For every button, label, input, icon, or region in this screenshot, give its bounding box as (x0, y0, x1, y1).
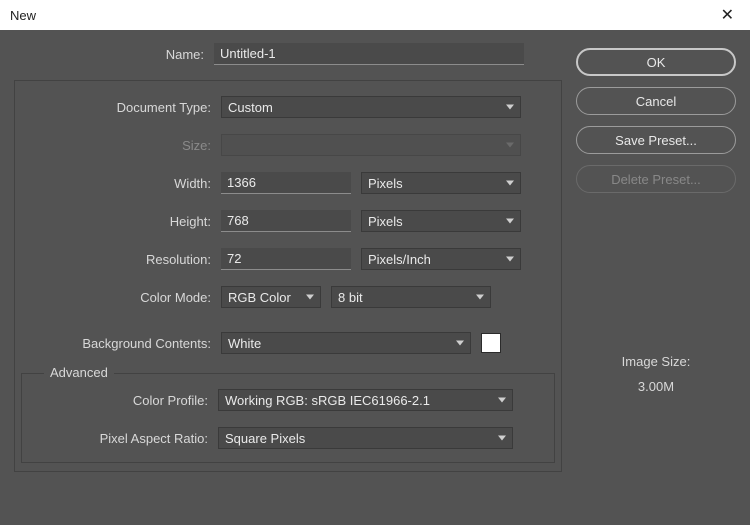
label-doc-type: Document Type: (21, 100, 221, 115)
select-width-units-value: Pixels (368, 176, 403, 191)
label-width: Width: (21, 176, 221, 191)
input-resolution[interactable] (221, 248, 351, 270)
select-resolution-units[interactable]: Pixels/Inch (361, 248, 521, 270)
select-color-mode-value: RGB Color (228, 290, 291, 305)
select-size (221, 134, 521, 156)
label-color-mode: Color Mode: (21, 290, 221, 305)
row-color-mode: Color Mode: RGB Color 8 bit (21, 285, 555, 309)
row-background: Background Contents: White (21, 331, 555, 355)
select-height-units[interactable]: Pixels (361, 210, 521, 232)
row-size: Size: (21, 133, 555, 157)
input-height[interactable] (221, 210, 351, 232)
close-icon[interactable]: ✕ (715, 5, 740, 25)
select-color-profile[interactable]: Working RGB: sRGB IEC61966-2.1 (218, 389, 513, 411)
input-width[interactable] (221, 172, 351, 194)
select-color-depth-value: 8 bit (338, 290, 363, 305)
row-pixel-aspect: Pixel Aspect Ratio: Square Pixels (28, 426, 548, 450)
select-doc-type[interactable]: Custom (221, 96, 521, 118)
row-color-profile: Color Profile: Working RGB: sRGB IEC6196… (28, 388, 548, 412)
label-resolution: Resolution: (21, 252, 221, 267)
input-name[interactable] (214, 43, 524, 65)
row-name: Name: (14, 42, 562, 66)
save-preset-button[interactable]: Save Preset... (576, 126, 736, 154)
label-color-profile: Color Profile: (28, 393, 218, 408)
window-title: New (10, 8, 36, 23)
select-color-depth[interactable]: 8 bit (331, 286, 491, 308)
select-pixel-aspect-value: Square Pixels (225, 431, 305, 446)
label-size: Size: (21, 138, 221, 153)
row-doc-type: Document Type: Custom (21, 95, 555, 119)
dialog-body: Name: Document Type: Custom Size: Width: (0, 30, 750, 525)
select-width-units[interactable]: Pixels (361, 172, 521, 194)
title-bar: New ✕ (0, 0, 750, 30)
image-size-label: Image Size: (576, 354, 736, 369)
select-background[interactable]: White (221, 332, 471, 354)
select-color-mode[interactable]: RGB Color (221, 286, 321, 308)
background-swatch[interactable] (481, 333, 501, 353)
advanced-fieldset: Advanced Color Profile: Working RGB: sRG… (21, 373, 555, 463)
cancel-button[interactable]: Cancel (576, 87, 736, 115)
label-background: Background Contents: (21, 336, 221, 351)
select-color-profile-value: Working RGB: sRGB IEC61966-2.1 (225, 393, 430, 408)
select-pixel-aspect[interactable]: Square Pixels (218, 427, 513, 449)
label-name: Name: (14, 47, 214, 62)
main-fieldset: Document Type: Custom Size: Width: Pixel… (14, 80, 562, 472)
select-doc-type-value: Custom (228, 100, 273, 115)
image-size-value: 3.00M (576, 379, 736, 394)
buttons-area: OK Cancel Save Preset... Delete Preset..… (576, 42, 736, 513)
select-background-value: White (228, 336, 261, 351)
row-resolution: Resolution: Pixels/Inch (21, 247, 555, 271)
select-height-units-value: Pixels (368, 214, 403, 229)
advanced-legend: Advanced (44, 365, 114, 380)
label-pixel-aspect: Pixel Aspect Ratio: (28, 431, 218, 446)
form-area: Name: Document Type: Custom Size: Width: (14, 42, 562, 513)
image-size-block: Image Size: 3.00M (576, 354, 736, 394)
row-height: Height: Pixels (21, 209, 555, 233)
delete-preset-button: Delete Preset... (576, 165, 736, 193)
select-resolution-units-value: Pixels/Inch (368, 252, 431, 267)
label-height: Height: (21, 214, 221, 229)
row-width: Width: Pixels (21, 171, 555, 195)
ok-button[interactable]: OK (576, 48, 736, 76)
